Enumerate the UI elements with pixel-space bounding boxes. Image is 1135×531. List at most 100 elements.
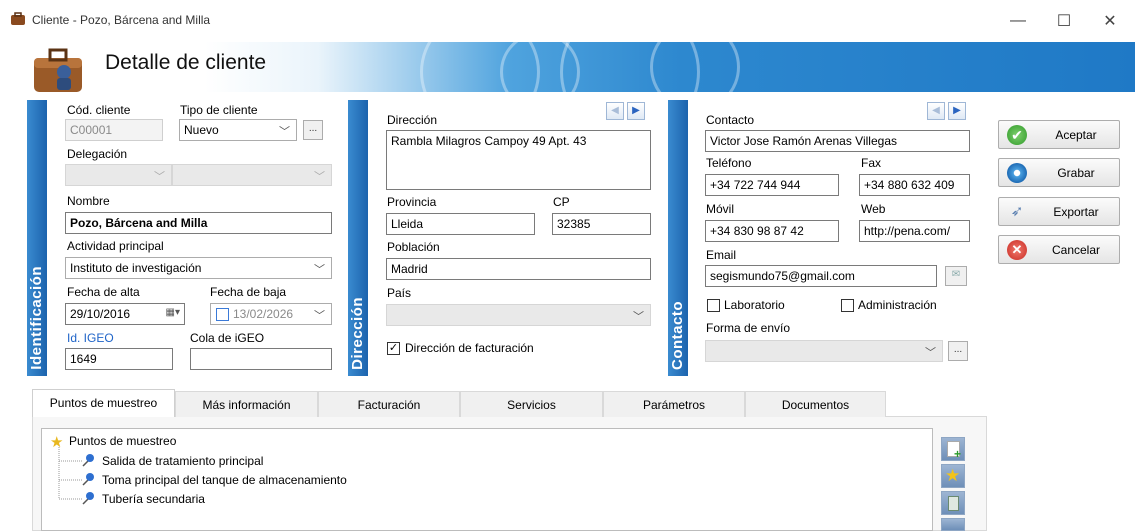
actividad-value: Instituto de investigación <box>70 261 202 275</box>
tab-documentos[interactable]: Documentos <box>745 391 886 417</box>
web-field[interactable]: http://pena.com/ <box>859 220 970 242</box>
laboratorio-checkbox[interactable] <box>707 299 720 312</box>
movil-label: Móvil <box>706 202 735 216</box>
prev-contact-icon[interactable]: ◀ <box>927 102 945 120</box>
aceptar-label: Aceptar <box>1055 128 1097 142</box>
tipo-cliente-value: Nuevo <box>184 123 219 137</box>
cancel-x-icon: ✕ <box>1007 240 1027 260</box>
next-contact-icon[interactable]: ▶ <box>948 102 966 120</box>
add-item-icon[interactable]: + <box>941 437 965 461</box>
maximize-button[interactable]: ☐ <box>1041 0 1087 42</box>
chevron-down-icon: ﹀ <box>925 347 936 359</box>
provincia-label: Provincia <box>387 195 437 209</box>
tab-servicios[interactable]: Servicios <box>460 391 603 417</box>
exportar-button[interactable]: ➶ Exportar <box>998 197 1120 226</box>
fecha-baja-field[interactable]: 13/02/2026 ﹀ <box>210 303 332 325</box>
delete-trash-icon[interactable] <box>941 491 965 515</box>
direccion-facturacion-checkbox[interactable]: ✓ <box>387 342 400 355</box>
window-title: Cliente - Pozo, Bárcena and Milla <box>32 13 211 27</box>
identificacion-section-bar: Identificación <box>27 100 47 376</box>
calendar-dropdown-icon[interactable]: ▦▾ <box>166 307 180 318</box>
tipo-cliente-more-button[interactable]: ... <box>303 120 323 140</box>
contacto-section-title: Contacto <box>669 301 686 370</box>
contacto-label: Contacto <box>706 113 755 127</box>
chevron-down-icon: ﹀ <box>633 311 644 323</box>
fecha-alta-field[interactable]: 29/10/2016 ▦▾ <box>65 303 185 325</box>
minimize-button[interactable]: — <box>995 0 1041 42</box>
tree-item[interactable]: Tubería secundaria <box>102 492 205 506</box>
direccion-label: Dirección <box>387 113 438 127</box>
aceptar-button[interactable]: ✔ Aceptar <box>998 120 1120 149</box>
forma-envio-more-button[interactable]: ... <box>948 341 968 361</box>
cancelar-label: Cancelar <box>1051 243 1101 257</box>
delegacion-select[interactable]: ﹀ <box>65 164 172 186</box>
email-label: Email <box>706 248 737 262</box>
nombre-label: Nombre <box>67 194 110 208</box>
favorite-star-icon[interactable]: ★ <box>941 464 965 488</box>
chevron-down-icon: ﹀ <box>154 171 165 183</box>
provincia-field[interactable]: Lleida <box>386 213 535 235</box>
cancelar-button[interactable]: ✕ Cancelar <box>998 235 1120 264</box>
laboratorio-label: Laboratorio <box>724 298 785 312</box>
poblacion-field[interactable]: Madrid <box>386 258 651 280</box>
pais-label: País <box>387 286 412 300</box>
direccion-field[interactable]: Rambla Milagros Campoy 49 Apt. 43 <box>386 130 651 190</box>
fecha-baja-checkbox[interactable] <box>216 308 229 321</box>
identificacion-section-title: Identificación <box>28 266 45 370</box>
actividad-select[interactable]: Instituto de investigación ﹀ <box>65 257 332 279</box>
disk-save-icon <box>1007 163 1027 183</box>
tab-facturacion[interactable]: Facturación <box>318 391 460 417</box>
pushpin-icon <box>82 492 94 505</box>
title-bar: Cliente - Pozo, Bárcena and Milla — ☐ ✕ <box>0 0 1135 42</box>
client-briefcase-icon <box>34 48 82 92</box>
contacto-section-bar: Contacto <box>668 100 688 376</box>
movil-field[interactable]: +34 830 98 87 42 <box>705 220 839 242</box>
actividad-label: Actividad principal <box>67 239 164 253</box>
fecha-baja-value: 13/02/2026 <box>233 307 294 321</box>
direccion-section-bar: Dirección <box>348 100 368 376</box>
direccion-facturacion-label: Dirección de facturación <box>405 341 534 355</box>
administracion-label: Administración <box>858 298 937 312</box>
fecha-baja-label: Fecha de baja <box>210 285 287 299</box>
administracion-checkbox[interactable] <box>841 299 854 312</box>
exportar-label: Exportar <box>1053 205 1099 219</box>
prev-address-icon[interactable]: ◀ <box>606 102 624 120</box>
delegacion-sub-select[interactable]: ﹀ <box>172 164 332 186</box>
puntos-muestreo-tree[interactable]: ★ Puntos de muestreo Salida de tratamien… <box>41 428 933 531</box>
tab-parametros[interactable]: Parámetros <box>603 391 745 417</box>
email-field[interactable]: segismundo75@gmail.com <box>705 265 937 287</box>
nombre-field[interactable]: Pozo, Bárcena and Milla <box>65 212 332 234</box>
grabar-button[interactable]: Grabar <box>998 158 1120 187</box>
fax-label: Fax <box>861 156 882 170</box>
tree-item[interactable]: Toma principal del tanque de almacenamie… <box>102 473 347 487</box>
cola-igeo-field[interactable] <box>190 348 332 370</box>
next-address-icon[interactable]: ▶ <box>627 102 645 120</box>
forma-envio-select[interactable]: ﹀ <box>705 340 943 362</box>
close-button[interactable]: ✕ <box>1087 0 1133 42</box>
briefcase-app-icon <box>11 12 25 25</box>
tipo-cliente-select[interactable]: Nuevo ﹀ <box>179 119 297 141</box>
page-title: Detalle de cliente <box>105 51 267 74</box>
contacto-field[interactable]: Victor Jose Ramón Arenas Villegas <box>705 130 970 152</box>
more-tool-icon[interactable] <box>941 518 965 531</box>
chevron-down-icon: ﹀ <box>314 264 325 276</box>
cod-cliente-field[interactable]: C00001 <box>65 119 163 141</box>
cp-field[interactable]: 32385 <box>552 213 651 235</box>
tab-puntos-muestreo[interactable]: Puntos de muestreo <box>32 389 175 417</box>
tree-root-label[interactable]: Puntos de muestreo <box>69 434 176 448</box>
fax-field[interactable]: +34 880 632 409 <box>859 174 970 196</box>
id-igeo-label: Id. IGEO <box>67 331 114 345</box>
pais-select[interactable]: ﹀ <box>386 304 651 326</box>
cod-cliente-label: Cód. cliente <box>67 103 131 117</box>
direccion-section-title: Dirección <box>349 297 366 370</box>
header-banner: Detalle de cliente <box>0 42 1135 92</box>
delegacion-label: Delegación <box>67 147 128 161</box>
telefono-field[interactable]: +34 722 744 944 <box>705 174 839 196</box>
chevron-down-icon: ﹀ <box>279 126 290 138</box>
tree-item[interactable]: Salida de tratamiento principal <box>102 454 263 468</box>
poblacion-label: Población <box>387 240 440 254</box>
send-email-icon[interactable]: ✉ <box>945 266 967 286</box>
cp-label: CP <box>553 195 570 209</box>
tab-mas-informacion[interactable]: Más información <box>175 391 318 417</box>
id-igeo-field[interactable]: 1649 <box>65 348 173 370</box>
